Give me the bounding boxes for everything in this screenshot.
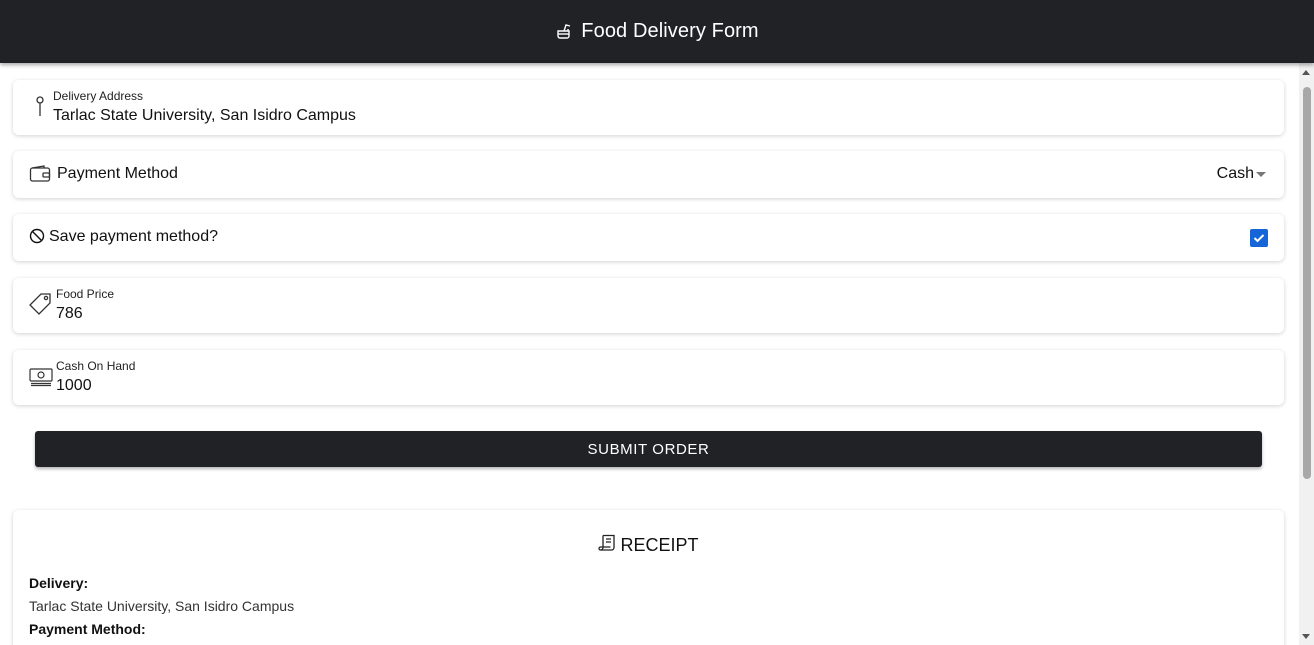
submit-order-button[interactable]: SUBMIT ORDER — [35, 431, 1262, 467]
save-payment-label: Save payment method? — [49, 228, 218, 245]
form-content: Delivery Address Tarlac State University… — [0, 63, 1299, 645]
receipt-delivery-label: Delivery: — [29, 575, 89, 591]
receipt-title: RECEIPT — [620, 535, 699, 555]
cash-icon — [29, 367, 53, 392]
payment-method-value[interactable]: Cash — [1217, 165, 1254, 183]
receipt-icon — [598, 534, 616, 557]
page-scrollbar[interactable] — [1299, 63, 1314, 645]
app-header: Food Delivery Form — [0, 0, 1314, 63]
save-payment-checkbox[interactable] — [1250, 229, 1268, 247]
page-title: Food Delivery Form — [581, 20, 759, 42]
receipt-payment-label: Payment Method: — [29, 621, 146, 637]
save-payment-row: Save payment method? — [13, 214, 1284, 261]
fastfood-icon — [555, 22, 575, 42]
delivery-address-field[interactable]: Delivery Address Tarlac State University… — [13, 80, 1284, 135]
delivery-address-label: Delivery Address — [53, 89, 144, 103]
receipt-delivery-value: Tarlac State University, San Isidro Camp… — [29, 598, 295, 614]
cash-on-hand-input[interactable]: 1000 — [56, 377, 92, 395]
scroll-thumb[interactable] — [1303, 87, 1311, 479]
no-symbol-icon — [29, 228, 45, 249]
header-title-group: Food Delivery Form — [555, 20, 759, 43]
cash-on-hand-field[interactable]: Cash On Hand 1000 — [13, 350, 1284, 405]
food-price-label: Food Price — [56, 287, 115, 301]
pin-icon — [35, 96, 45, 123]
receipt-card: RECEIPT Delivery: Tarlac State Universit… — [13, 510, 1284, 645]
scroll-down-icon[interactable] — [1302, 634, 1310, 639]
food-price-field[interactable]: Food Price 786 — [13, 278, 1284, 333]
chevron-down-icon[interactable] — [1256, 172, 1266, 177]
payment-method-select[interactable]: Payment Method Cash — [13, 151, 1284, 198]
wallet-icon — [29, 165, 51, 188]
delivery-address-input[interactable]: Tarlac State University, San Isidro Camp… — [53, 107, 356, 125]
payment-method-label: Payment Method — [57, 165, 178, 182]
food-price-input[interactable]: 786 — [56, 305, 83, 323]
receipt-header: RECEIPT — [13, 534, 1284, 557]
scroll-up-icon[interactable] — [1302, 70, 1310, 75]
price-tag-icon — [29, 292, 53, 321]
cash-on-hand-label: Cash On Hand — [56, 359, 136, 373]
